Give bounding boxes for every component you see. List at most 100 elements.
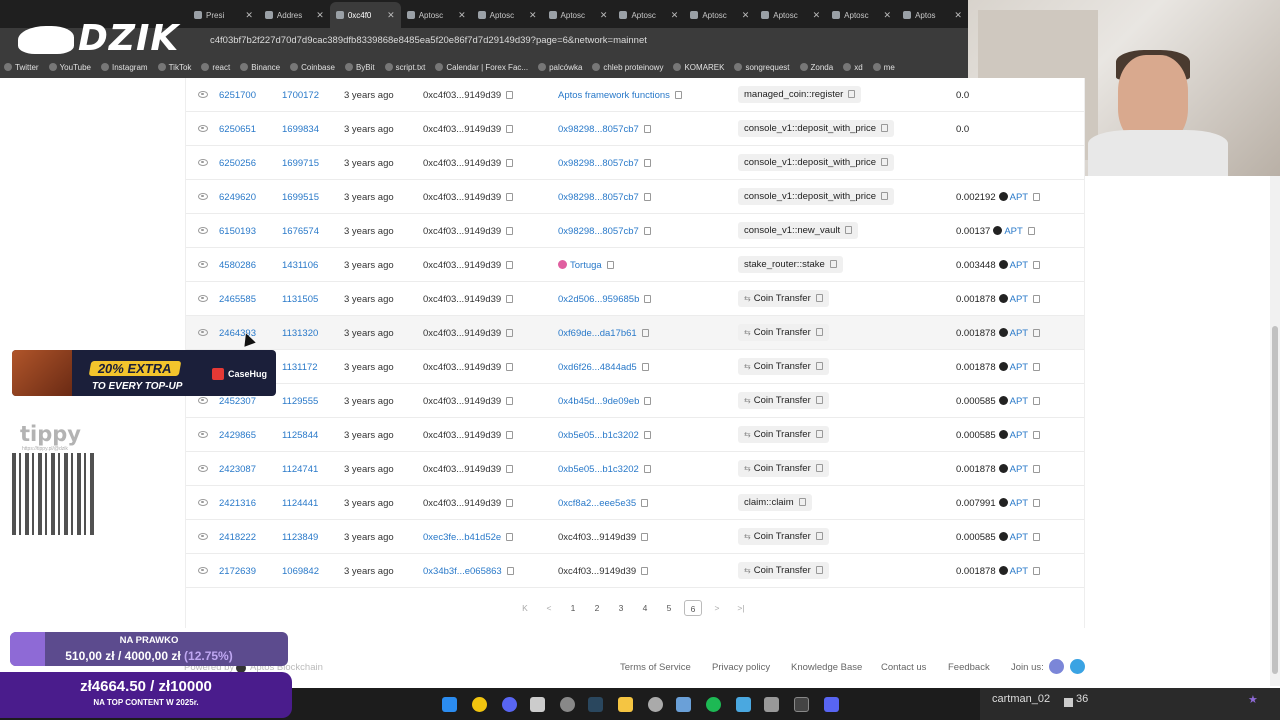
first-page-button[interactable]: K bbox=[516, 600, 534, 616]
amount-unit[interactable]: APT bbox=[1010, 566, 1028, 577]
copy-icon[interactable] bbox=[674, 91, 682, 99]
eye-icon[interactable] bbox=[198, 261, 208, 268]
browser-tab[interactable]: Aptosc ✕ bbox=[401, 2, 472, 28]
bookmark-item[interactable]: KOMAREK bbox=[673, 63, 724, 72]
copy-icon[interactable] bbox=[1033, 533, 1041, 541]
copy-icon[interactable] bbox=[1033, 397, 1041, 405]
bookmark-item[interactable]: Instagram bbox=[101, 63, 148, 72]
receiver-address[interactable]: 0x98298...8057cb7 bbox=[558, 158, 639, 169]
last-page-button[interactable]: >| bbox=[732, 600, 750, 616]
eye-icon[interactable] bbox=[198, 329, 208, 336]
next-page-button[interactable]: > bbox=[708, 600, 726, 616]
receiver-address[interactable]: 0xb5e05...b1c3202 bbox=[558, 430, 639, 441]
copy-icon[interactable] bbox=[881, 158, 889, 166]
eye-icon[interactable] bbox=[198, 295, 208, 302]
copy-icon[interactable] bbox=[1033, 261, 1041, 269]
block-link[interactable]: 1125844 bbox=[282, 430, 318, 441]
copy-icon[interactable] bbox=[643, 125, 651, 133]
copy-icon[interactable] bbox=[506, 159, 514, 167]
copy-icon[interactable] bbox=[506, 91, 514, 99]
tab-close-icon[interactable]: ✕ bbox=[600, 10, 608, 21]
receiver-address[interactable]: 0x2d506...959685b bbox=[558, 294, 639, 305]
tab-close-icon[interactable]: ✕ bbox=[316, 10, 324, 21]
page-button[interactable]: 3 bbox=[612, 600, 630, 616]
version-link[interactable]: 6250256 bbox=[219, 158, 256, 169]
notepad-icon[interactable] bbox=[736, 697, 751, 712]
version-link[interactable]: 2172639 bbox=[219, 566, 256, 577]
scrollbar-thumb[interactable] bbox=[1272, 326, 1278, 674]
copy-icon[interactable] bbox=[845, 226, 853, 234]
browser-tab[interactable]: Aptosc ✕ bbox=[826, 2, 897, 28]
tab-close-icon[interactable]: ✕ bbox=[954, 10, 962, 21]
amount-unit[interactable]: APT bbox=[1004, 226, 1022, 237]
amount-unit[interactable]: APT bbox=[1010, 362, 1028, 373]
tab-close-icon[interactable]: ✕ bbox=[387, 10, 395, 21]
table-row[interactable]: 6249620 1699515 3 years ago 0xc4f03...9149d… bbox=[186, 180, 1084, 214]
eye-icon[interactable] bbox=[198, 193, 208, 200]
amount-unit[interactable]: APT bbox=[1010, 464, 1028, 475]
page-button[interactable]: 6 bbox=[684, 600, 702, 616]
eye-icon[interactable] bbox=[198, 227, 208, 234]
ccleaner-icon[interactable] bbox=[648, 697, 663, 712]
eye-icon[interactable] bbox=[198, 431, 208, 438]
bookmark-item[interactable]: script.txt bbox=[384, 63, 425, 72]
copy-icon[interactable] bbox=[1033, 363, 1041, 371]
table-row[interactable]: 2452307 1129555 3 years ago 0xc4f03...9149d… bbox=[186, 384, 1084, 418]
bookmark-item[interactable]: ByBit bbox=[344, 63, 375, 72]
browser-tab[interactable]: Aptosc ✕ bbox=[472, 2, 543, 28]
copy-icon[interactable] bbox=[606, 261, 614, 269]
bookmark-item[interactable]: TikTok bbox=[157, 63, 191, 72]
footer-link-knowledge[interactable]: Knowledge Base bbox=[791, 662, 862, 673]
eye-icon[interactable] bbox=[198, 125, 208, 132]
block-link[interactable]: 1131172 bbox=[282, 362, 318, 373]
copy-icon[interactable] bbox=[643, 227, 651, 235]
copy-icon[interactable] bbox=[506, 329, 514, 337]
copy-icon[interactable] bbox=[641, 363, 649, 371]
table-row[interactable]: 6251700 1700172 3 years ago 0xc4f03...9149d… bbox=[186, 78, 1084, 112]
copy-icon[interactable] bbox=[506, 193, 514, 201]
block-link[interactable]: 1699515 bbox=[282, 192, 319, 203]
eye-icon[interactable] bbox=[198, 465, 208, 472]
chrome-icon[interactable] bbox=[472, 697, 487, 712]
eye-icon[interactable] bbox=[198, 533, 208, 540]
copy-icon[interactable] bbox=[643, 431, 651, 439]
url-text[interactable]: c4f03bf7b2f227d70d7d9cac389dfb8339868e84… bbox=[210, 35, 647, 46]
terminal-icon[interactable] bbox=[794, 697, 809, 712]
discord-app-icon[interactable] bbox=[502, 697, 517, 712]
copy-icon[interactable] bbox=[815, 430, 823, 438]
copy-icon[interactable] bbox=[506, 295, 514, 303]
receiver-address[interactable]: 0x98298...8057cb7 bbox=[558, 124, 639, 135]
receiver-address[interactable]: Aptos framework functions bbox=[558, 90, 670, 101]
copy-icon[interactable] bbox=[1033, 499, 1041, 507]
bookmark-item[interactable]: Twitter bbox=[4, 63, 39, 72]
copy-icon[interactable] bbox=[506, 397, 514, 405]
prev-page-button[interactable]: < bbox=[540, 600, 558, 616]
browser-tab[interactable]: Aptosc ✕ bbox=[543, 2, 614, 28]
calculator-icon[interactable] bbox=[764, 697, 779, 712]
table-row[interactable]: 246281011311723 years ago0xc4f03...9149d… bbox=[186, 350, 1084, 384]
table-row[interactable]: 2429865 1125844 3 years ago 0xc4f03...9149d… bbox=[186, 418, 1084, 452]
block-link[interactable]: 1123849 bbox=[282, 532, 318, 543]
tab-close-icon[interactable]: ✕ bbox=[458, 10, 466, 21]
table-row[interactable]: 6150193 1676574 3 years ago 0xc4f03...9149d… bbox=[186, 214, 1084, 248]
sender-address[interactable]: 0xec3fe...b41d52e bbox=[423, 532, 501, 543]
page-scrollbar[interactable] bbox=[1270, 176, 1280, 686]
table-row[interactable]: 4580286 1431106 3 years ago 0xc4f03...9149d… bbox=[186, 248, 1084, 282]
bookmark-item[interactable]: Binance bbox=[240, 63, 280, 72]
version-link[interactable]: 2418222 bbox=[219, 532, 256, 543]
tab-close-icon[interactable]: ✕ bbox=[529, 10, 537, 21]
app-icon[interactable] bbox=[530, 697, 545, 712]
browser-tab[interactable]: Aptosc ✕ bbox=[684, 2, 755, 28]
version-link[interactable]: 2429865 bbox=[219, 430, 256, 441]
copy-icon[interactable] bbox=[643, 465, 651, 473]
version-link[interactable]: 6251700 bbox=[219, 90, 256, 101]
amount-unit[interactable]: APT bbox=[1010, 192, 1028, 203]
copy-icon[interactable] bbox=[643, 193, 651, 201]
block-link[interactable]: 1131505 bbox=[282, 294, 318, 305]
copy-icon[interactable] bbox=[1033, 431, 1041, 439]
copy-icon[interactable] bbox=[881, 192, 889, 200]
copy-icon[interactable] bbox=[815, 362, 823, 370]
block-link[interactable]: 1129555 bbox=[282, 396, 318, 407]
tab-close-icon[interactable]: ✕ bbox=[742, 10, 750, 21]
receiver-address[interactable]: Tortuga bbox=[570, 260, 602, 271]
